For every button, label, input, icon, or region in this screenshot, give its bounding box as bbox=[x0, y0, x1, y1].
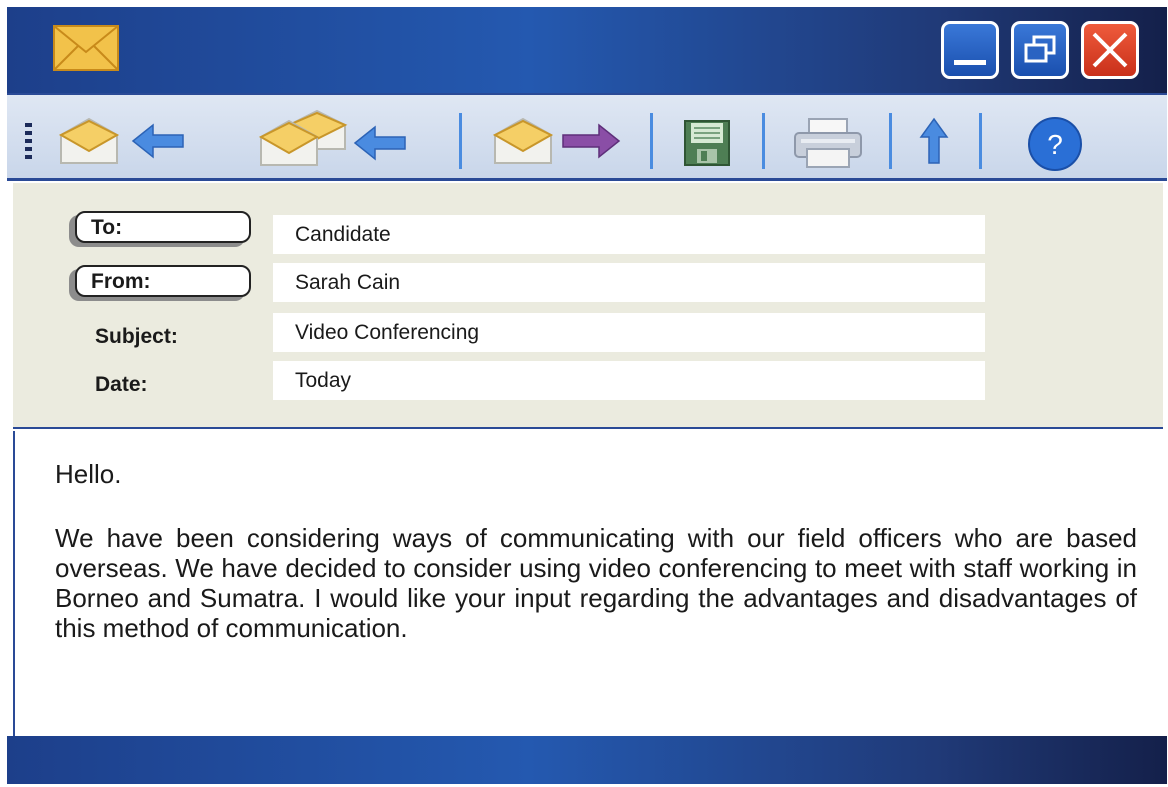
to-label: To: bbox=[91, 216, 123, 239]
up-button[interactable] bbox=[919, 117, 949, 167]
floppy-disk-icon bbox=[684, 120, 730, 166]
date-field[interactable]: Today bbox=[273, 361, 985, 400]
print-button[interactable] bbox=[793, 117, 863, 169]
toolbar: ? bbox=[7, 93, 1167, 181]
envelope-arrow-left-icon bbox=[59, 117, 184, 164]
minimize-icon bbox=[954, 60, 986, 65]
date-label: Date: bbox=[95, 373, 148, 396]
subject-field[interactable]: Video Conferencing bbox=[273, 313, 985, 352]
toolbar-separator bbox=[459, 113, 462, 169]
toolbar-separator bbox=[762, 113, 765, 169]
message-text: We have been considering ways of communi… bbox=[55, 523, 1137, 643]
message-body[interactable]: Hello. We have been considering ways of … bbox=[13, 431, 1163, 736]
forward-button[interactable] bbox=[493, 117, 623, 167]
printer-icon bbox=[794, 118, 862, 168]
minimize-button[interactable] bbox=[941, 21, 999, 79]
message-header: To: Candidate From: Sarah Cain Subject: … bbox=[13, 183, 1163, 429]
to-field[interactable]: Candidate bbox=[273, 215, 985, 254]
help-button[interactable]: ? bbox=[1027, 116, 1083, 172]
reply-button[interactable] bbox=[59, 117, 189, 167]
toolbar-separator bbox=[889, 113, 892, 169]
envelopes-arrow-left-icon bbox=[259, 109, 406, 166]
toolbar-grip[interactable] bbox=[25, 123, 32, 161]
save-button[interactable] bbox=[683, 119, 731, 167]
to-button[interactable]: To: bbox=[75, 211, 251, 243]
status-bar bbox=[7, 736, 1167, 784]
from-button[interactable]: From: bbox=[75, 265, 251, 297]
help-icon: ? bbox=[1028, 117, 1082, 171]
restore-button[interactable] bbox=[1011, 21, 1069, 79]
close-icon bbox=[1092, 32, 1128, 68]
from-label: From: bbox=[91, 270, 151, 293]
message-greeting: Hello. bbox=[55, 459, 122, 489]
subject-label: Subject: bbox=[95, 325, 178, 348]
from-field[interactable]: Sarah Cain bbox=[273, 263, 985, 302]
toolbar-separator bbox=[979, 113, 982, 169]
envelope-icon bbox=[53, 25, 119, 71]
envelope-arrow-right-icon bbox=[493, 117, 621, 164]
toolbar-separator bbox=[650, 113, 653, 169]
help-label: ? bbox=[1047, 129, 1063, 160]
email-window: ? To: Candidate From: Sarah Cain Subject… bbox=[7, 7, 1167, 784]
arrow-up-icon bbox=[919, 117, 949, 164]
reply-all-button[interactable] bbox=[259, 109, 409, 169]
title-bar bbox=[7, 7, 1167, 93]
restore-icon bbox=[1024, 35, 1056, 63]
close-button[interactable] bbox=[1081, 21, 1139, 79]
